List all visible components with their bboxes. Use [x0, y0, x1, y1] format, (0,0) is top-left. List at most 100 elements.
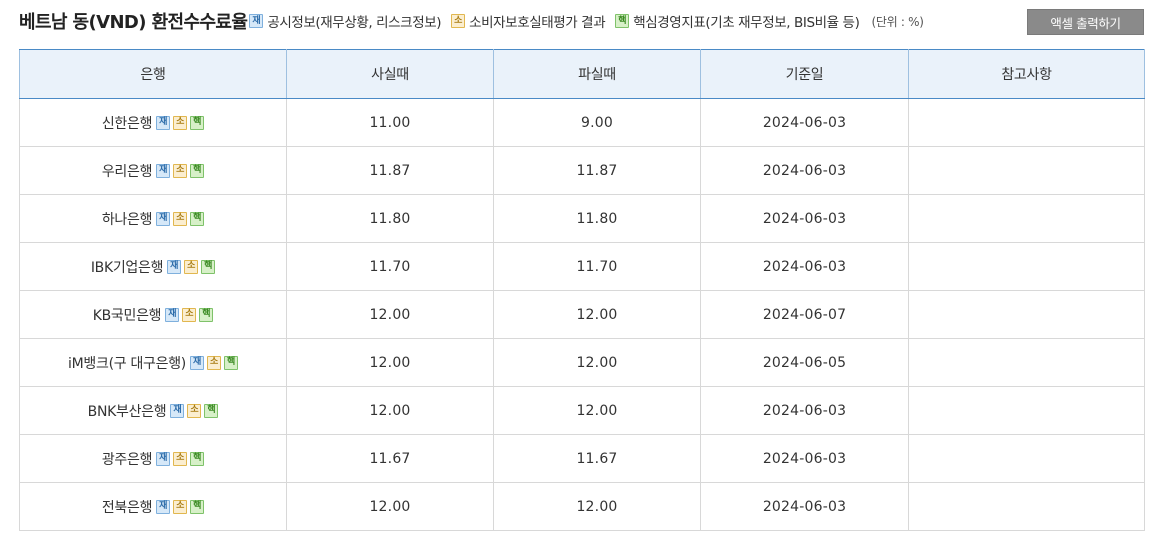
bank-name: 신한은행 — [101, 115, 153, 132]
bank-cell: KB국민은행 재 소 핵 — [19, 290, 287, 339]
disclosure-badge-icon[interactable]: 재 — [156, 499, 171, 514]
bank-cell: 우리은행 재 소 핵 — [19, 146, 287, 195]
bank-cell-content: 하나은행 재 소 핵 — [101, 209, 205, 229]
consumer-protection-badge-icon[interactable]: 소 — [173, 115, 188, 130]
badge-legend: 재 공시정보(재무상황, 리스크정보) 소 소비자보호실태평가 결과 핵 핵심경… — [249, 11, 924, 31]
disclosure-badge-icon[interactable]: 재 — [156, 163, 171, 178]
buy-rate-cell: 12.00 — [286, 338, 494, 387]
bank-cell-content: KB국민은행 재 소 핵 — [93, 305, 214, 325]
consumer-protection-badge-icon[interactable]: 소 — [182, 307, 197, 322]
bank-cell: 전북은행 재 소 핵 — [19, 482, 287, 531]
base-date-cell: 2024-06-03 — [700, 482, 909, 531]
disclosure-badge-icon[interactable]: 재 — [156, 451, 171, 466]
disclosure-badge-icon[interactable]: 재 — [165, 307, 180, 322]
key-indicator-badge-icon: 핵 — [615, 14, 630, 28]
disclosure-badge-icon[interactable]: 재 — [167, 259, 182, 274]
consumer-protection-badge-icon[interactable]: 소 — [184, 259, 199, 274]
key-indicator-badge-icon[interactable]: 핵 — [204, 403, 219, 418]
key-indicator-badge-icon[interactable]: 핵 — [190, 115, 205, 130]
column-header-buy: 사실때 — [286, 49, 494, 99]
consumer-protection-badge-icon[interactable]: 소 — [173, 499, 188, 514]
note-cell — [908, 194, 1145, 243]
sell-rate-cell: 12.00 — [493, 290, 701, 339]
table-row: 광주은행 재 소 핵 11.67 11.67 2024-06-03 — [19, 434, 1145, 483]
legend-item-consumer-protection: 소 소비자보호실태평가 결과 — [451, 11, 606, 31]
disclosure-badge-icon[interactable]: 재 — [189, 355, 204, 370]
note-cell — [908, 98, 1145, 147]
disclosure-badge-icon: 재 — [249, 14, 264, 28]
bank-cell-content: 전북은행 재 소 핵 — [101, 497, 205, 517]
note-cell — [908, 386, 1145, 435]
bank-cell: IBK기업은행 재 소 핵 — [19, 242, 287, 291]
key-indicator-badge-icon[interactable]: 핵 — [201, 259, 216, 274]
consumer-protection-badge-icon[interactable]: 소 — [206, 355, 221, 370]
bank-cell-content: iM뱅크(구 대구은행) 재 소 핵 — [68, 353, 238, 373]
note-cell — [908, 434, 1145, 483]
consumer-protection-badge-icon[interactable]: 소 — [173, 163, 188, 178]
sell-rate-cell: 11.80 — [493, 194, 701, 243]
page-title: 베트남 동(VND) 환전수수료율 — [19, 12, 248, 33]
table-body: 신한은행 재 소 핵 11.00 9.00 2024-06-03 우리은행 재 소 핵 11.87 11… — [19, 98, 1145, 531]
column-header-note: 참고사항 — [908, 49, 1145, 99]
table-row: IBK기업은행 재 소 핵 11.70 11.70 2024-06-03 — [19, 242, 1145, 291]
buy-rate-cell: 12.00 — [286, 386, 494, 435]
note-cell — [908, 242, 1145, 291]
excel-export-button[interactable]: 액셀 출력하기 — [1027, 9, 1144, 35]
note-cell — [908, 146, 1145, 195]
bank-name: IBK기업은행 — [90, 259, 164, 276]
sell-rate-cell: 12.00 — [493, 386, 701, 435]
bank-cell: 광주은행 재 소 핵 — [19, 434, 287, 483]
bank-name: BNK부산은행 — [87, 403, 167, 420]
column-header-bank: 은행 — [19, 49, 287, 99]
bank-cell-content: 우리은행 재 소 핵 — [101, 161, 205, 181]
sell-rate-cell: 11.70 — [493, 242, 701, 291]
base-date-cell: 2024-06-03 — [700, 98, 909, 147]
table-row: BNK부산은행 재 소 핵 12.00 12.00 2024-06-03 — [19, 386, 1145, 435]
consumer-protection-badge-icon[interactable]: 소 — [173, 451, 188, 466]
table-row: KB국민은행 재 소 핵 12.00 12.00 2024-06-07 — [19, 290, 1145, 339]
key-indicator-badge-icon[interactable]: 핵 — [223, 355, 238, 370]
disclosure-badge-icon[interactable]: 재 — [156, 115, 171, 130]
column-header-sell: 파실때 — [493, 49, 701, 99]
bank-cell: 하나은행 재 소 핵 — [19, 194, 287, 243]
legend-item-key-indicator: 핵 핵심경영지표(기초 재무정보, BIS비율 등) — [615, 11, 860, 31]
exchange-fee-table: 은행 사실때 파실때 기준일 참고사항 신한은행 재 소 핵 11.00 9.00 2024… — [19, 49, 1145, 531]
bank-name: 하나은행 — [101, 211, 153, 228]
legend-item-disclosure: 재 공시정보(재무상황, 리스크정보) — [249, 11, 442, 31]
table-row: iM뱅크(구 대구은행) 재 소 핵 12.00 12.00 2024-06-05 — [19, 338, 1145, 387]
buy-rate-cell: 11.70 — [286, 242, 494, 291]
legend-label-disclosure: 공시정보(재무상황, 리스크정보) — [267, 15, 442, 31]
consumer-protection-badge-icon[interactable]: 소 — [187, 403, 202, 418]
bank-name: iM뱅크(구 대구은행) — [68, 355, 186, 372]
consumer-protection-badge-icon: 소 — [451, 14, 466, 28]
base-date-cell: 2024-06-03 — [700, 194, 909, 243]
sell-rate-cell: 12.00 — [493, 338, 701, 387]
sell-rate-cell: 11.67 — [493, 434, 701, 483]
bank-cell-content: 신한은행 재 소 핵 — [101, 113, 205, 133]
key-indicator-badge-icon[interactable]: 핵 — [190, 499, 205, 514]
table-row: 전북은행 재 소 핵 12.00 12.00 2024-06-03 — [19, 482, 1145, 531]
note-cell — [908, 338, 1145, 387]
legend-label-key-indicator: 핵심경영지표(기초 재무정보, BIS비율 등) — [633, 15, 860, 31]
key-indicator-badge-icon[interactable]: 핵 — [190, 163, 205, 178]
key-indicator-badge-icon[interactable]: 핵 — [190, 451, 205, 466]
page-header: 베트남 동(VND) 환전수수료율 재 공시정보(재무상황, 리스크정보) 소 … — [19, 6, 1144, 36]
base-date-cell: 2024-06-03 — [700, 434, 909, 483]
bank-cell-content: BNK부산은행 재 소 핵 — [88, 401, 219, 421]
key-indicator-badge-icon[interactable]: 핵 — [199, 307, 214, 322]
bank-cell: iM뱅크(구 대구은행) 재 소 핵 — [19, 338, 287, 387]
note-cell — [908, 482, 1145, 531]
consumer-protection-badge-icon[interactable]: 소 — [173, 211, 188, 226]
key-indicator-badge-icon[interactable]: 핵 — [190, 211, 205, 226]
bank-name: 광주은행 — [101, 451, 153, 468]
buy-rate-cell: 11.87 — [286, 146, 494, 195]
disclosure-badge-icon[interactable]: 재 — [170, 403, 185, 418]
bank-name: 우리은행 — [101, 163, 153, 180]
base-date-cell: 2024-06-03 — [700, 386, 909, 435]
sell-rate-cell: 11.87 — [493, 146, 701, 195]
disclosure-badge-icon[interactable]: 재 — [156, 211, 171, 226]
legend-label-consumer-protection: 소비자보호실태평가 결과 — [469, 15, 606, 31]
unit-label: (단위 : %) — [871, 14, 924, 29]
base-date-cell: 2024-06-03 — [700, 242, 909, 291]
bank-name: 전북은행 — [101, 499, 153, 516]
